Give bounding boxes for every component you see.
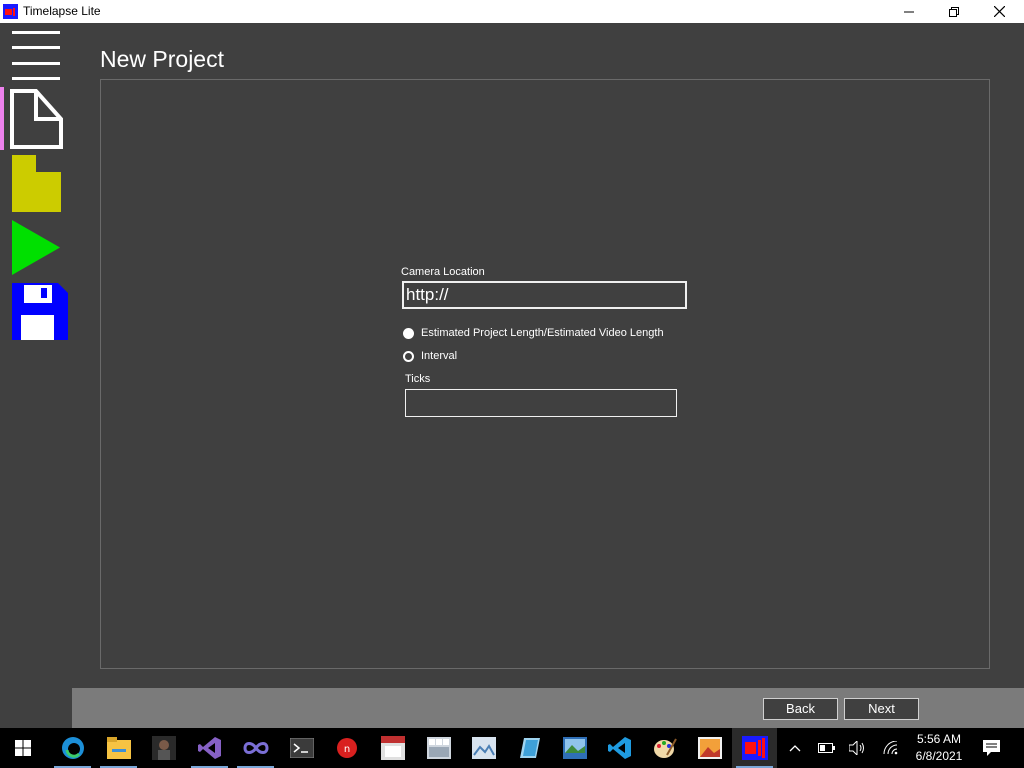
image-editor-icon: [697, 737, 722, 759]
title-bar: Timelapse Lite: [0, 0, 1024, 23]
taskbar-photos[interactable]: [552, 728, 597, 768]
tray-network[interactable]: [880, 738, 902, 758]
selected-indicator: [0, 87, 4, 150]
hamburger-menu-icon: [12, 31, 60, 80]
camera-location-input[interactable]: [402, 281, 687, 309]
radio-estimated-length[interactable]: Estimated Project Length/Estimated Video…: [403, 327, 664, 339]
svg-text:n: n: [343, 744, 349, 755]
calendar-app-icon: [380, 736, 405, 760]
next-button[interactable]: Next: [844, 698, 919, 720]
camera-location-label: Camera Location: [401, 266, 485, 278]
grid-app-icon: [426, 737, 451, 759]
sidebar-item-open-project[interactable]: [12, 155, 61, 212]
tray-volume[interactable]: [847, 738, 869, 758]
app-icon: [3, 4, 18, 19]
photos-icon: [562, 737, 587, 759]
minimize-icon: [904, 11, 914, 12]
tray-notifications[interactable]: [980, 738, 1002, 758]
taskbar-visual-studio[interactable]: [187, 728, 232, 768]
volume-icon: [849, 741, 864, 755]
chevron-up-icon: [789, 745, 801, 752]
taskbar-image-viewer[interactable]: [461, 728, 506, 768]
taskbar-clock[interactable]: 5:56 AM 6/8/2021: [908, 731, 970, 765]
play-icon: [12, 220, 60, 275]
tray-battery[interactable]: [816, 738, 838, 758]
new-document-icon: [10, 89, 63, 149]
edge-icon: [61, 737, 84, 759]
tray-chevron[interactable]: [784, 738, 806, 758]
app-body: New Project Camera Location Estimated Pr…: [0, 23, 1024, 728]
radio-estimated-length-label: Estimated Project Length/Estimated Video…: [421, 327, 664, 339]
close-icon: [993, 6, 1005, 17]
windows-start-icon: [14, 740, 31, 756]
taskbar-calendar-app[interactable]: [370, 728, 415, 768]
visual-studio-icon: [197, 737, 221, 759]
taskbar-terminal[interactable]: [279, 728, 324, 768]
timelapse-app-icon: [741, 736, 768, 760]
taskbar-image-editor[interactable]: [687, 728, 732, 768]
content-panel: Camera Location Estimated Project Length…: [100, 79, 990, 669]
footer-bar: Back Next: [72, 688, 1024, 728]
minimize-button[interactable]: [886, 0, 932, 23]
clock-time: 5:56 AM: [916, 732, 962, 746]
taskbar-blue-app[interactable]: [507, 728, 552, 768]
radio-interval[interactable]: Interval: [403, 350, 457, 362]
taskbar-infinity-app[interactable]: [233, 728, 278, 768]
taskbar-timelapse-app[interactable]: [732, 728, 777, 768]
clock-date: 6/8/2021: [915, 749, 963, 763]
sidebar-item-new-project[interactable]: [10, 89, 63, 149]
taskbar-photo-app[interactable]: [141, 728, 186, 768]
sidebar-item-run[interactable]: [12, 220, 60, 275]
ticks-input[interactable]: [405, 389, 677, 417]
close-button[interactable]: [976, 0, 1022, 23]
vscode-icon: [607, 737, 631, 759]
red-app-icon: n: [336, 738, 357, 758]
restore-icon: [949, 6, 959, 17]
photo-app-icon: [151, 736, 176, 760]
taskbar-grid-app[interactable]: [416, 728, 461, 768]
radio-interval-label: Interval: [421, 350, 458, 362]
back-button[interactable]: Back: [763, 698, 838, 720]
sidebar-item-menu[interactable]: [10, 29, 62, 81]
taskbar: n 5:56 AM 6/8/2021: [0, 728, 1024, 768]
taskbar-paint[interactable]: [642, 728, 687, 768]
taskbar-vscode[interactable]: [597, 728, 642, 768]
taskbar-red-app[interactable]: n: [324, 728, 369, 768]
restore-button[interactable]: [931, 0, 977, 23]
radio-unchecked-icon: [403, 350, 414, 362]
terminal-icon: [289, 738, 314, 758]
battery-icon: [818, 743, 835, 753]
window-title: Timelapse Lite: [23, 4, 101, 18]
start-button[interactable]: [0, 728, 45, 768]
paint-icon: [653, 738, 677, 758]
sidebar-item-save[interactable]: [12, 283, 68, 340]
infinity-app-icon: [242, 742, 269, 754]
taskbar-edge[interactable]: [50, 728, 95, 768]
image-viewer-icon: [471, 737, 496, 759]
wifi-icon: [883, 741, 898, 755]
taskbar-file-explorer[interactable]: [96, 728, 141, 768]
notification-icon: [982, 740, 1000, 756]
floppy-disk-icon: [12, 283, 68, 340]
ticks-label: Ticks: [405, 373, 431, 385]
page-title: New Project: [100, 46, 224, 72]
folder-icon: [12, 155, 61, 212]
blue-app-icon: [519, 738, 540, 758]
radio-checked-icon: [403, 327, 414, 339]
file-explorer-icon: [106, 737, 131, 759]
